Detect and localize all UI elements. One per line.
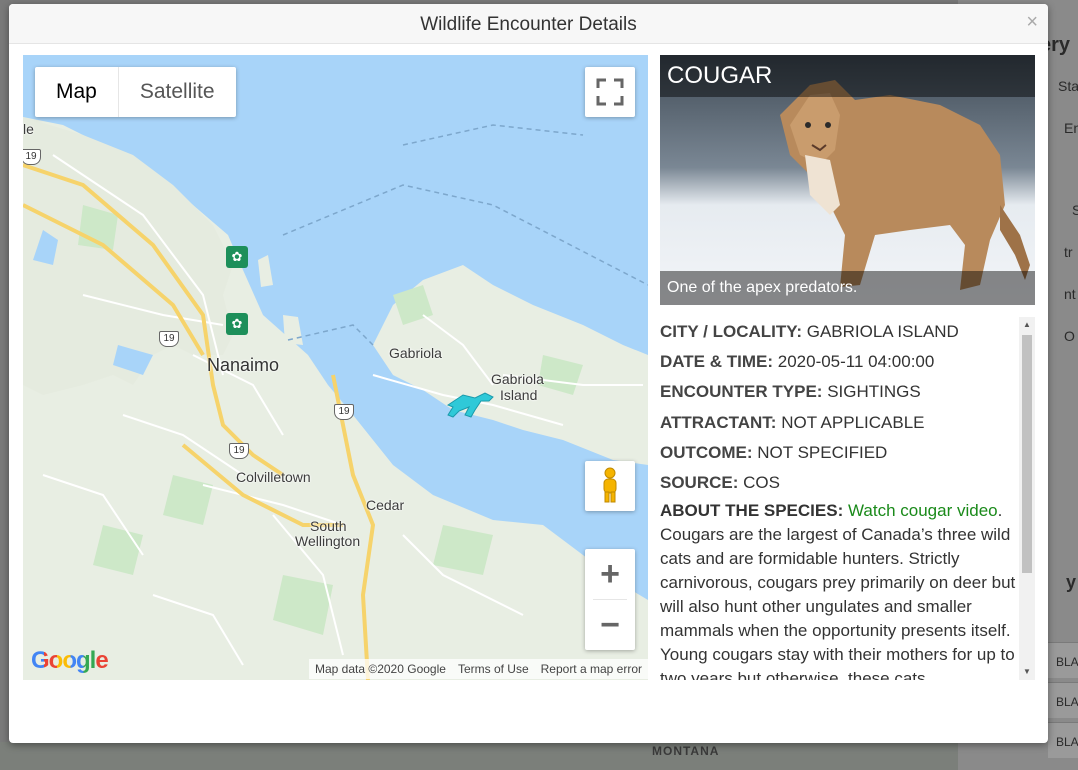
report-map-error-link[interactable]: Report a map error [535,662,648,676]
pegman-icon [603,467,617,503]
species-name: COUGAR [660,55,1035,97]
fullscreen-icon [596,78,624,106]
background-fragment: O [1064,328,1075,344]
modal-header: Wildlife Encounter Details × [9,4,1048,44]
map-data-label: Map data ©2020 Google [315,662,446,676]
map-type-satellite-button[interactable]: Satellite [119,67,236,117]
google-logo: Google [31,647,109,674]
minus-icon: − [600,605,620,644]
plus-icon: + [600,554,620,593]
background-fragment: Sta [1058,78,1078,94]
map-label-gabriola-island-2: Island [500,387,538,403]
background-table-row: BLA [1048,642,1078,678]
encounter-map[interactable]: Map Satellite + − le Nanaimo Gabriola Ga… [23,55,648,680]
map-label-nanaimo: Nanaimo [207,355,280,375]
details-scrollbar[interactable]: ▲ ▼ [1019,317,1035,680]
terms-of-use-link[interactable]: Terms of Use [452,662,535,676]
zoom-in-button[interactable]: + [585,549,635,599]
background-map-label: MONTANA [652,744,720,758]
watch-video-link[interactable]: Watch cougar video [848,501,998,520]
background-map [0,742,1000,770]
fullscreen-button[interactable] [585,67,635,117]
highway-shield: 19 [229,443,249,459]
encounter-details-modal: Wildlife Encounter Details × Map Satelli… [9,4,1048,743]
species-photo: COUGAR One of the apex predators. [660,55,1035,305]
map-label-cedar: Cedar [366,497,405,513]
background-table-row: BLA [1048,722,1078,758]
modal-title: Wildlife Encounter Details [420,14,637,35]
detail-outcome: OUTCOME: NOT SPECIFIED [660,442,888,462]
close-button[interactable]: × [1026,12,1038,32]
street-view-button[interactable] [585,461,635,511]
map-label-gabriola: Gabriola [389,345,442,361]
about-species: ABOUT THE SPECIES: Watch cougar video. C… [660,499,1018,680]
map-label-gabriola-island: Gabriola [491,371,544,387]
map-type-map-button[interactable]: Map [35,67,119,117]
map-label-colvilletown: Colvilletown [236,469,311,485]
detail-datetime: DATE & TIME: 2020-05-11 04:00:00 [660,352,935,372]
background-fragment: nt [1064,286,1076,302]
background-table-row: BLA [1048,682,1078,718]
highway-shield: 19 [23,149,41,165]
details-content: CITY / LOCALITY: GABRIOLA ISLAND DATE & … [660,317,1018,680]
background-fragment: S [1072,202,1078,218]
map-label-edge: le [23,121,34,137]
detail-city: CITY / LOCALITY: GABRIOLA ISLAND [660,322,959,341]
species-caption: One of the apex predators. [660,271,1035,305]
detail-attractant: ATTRACTANT: NOT APPLICABLE [660,412,925,432]
map-label-south-wellington-2: Wellington [295,533,361,549]
about-species-text: Cougars are the largest of Canada’s thre… [660,525,1016,680]
map-terrain [23,117,648,680]
detail-source: SOURCE: COS [660,473,780,493]
map-attribution: Map data ©2020 Google Terms of Use Repor… [309,659,648,679]
encounter-details-panel[interactable]: CITY / LOCALITY: GABRIOLA ISLAND DATE & … [660,317,1035,680]
background-fragment: tr [1064,244,1073,260]
highway-shield: 19 [334,404,354,420]
background-fragment: y [1066,572,1077,592]
map-label-south-wellington: South [310,518,347,534]
scrollbar-thumb[interactable] [1022,335,1032,573]
scroll-up-icon[interactable]: ▲ [1019,317,1035,333]
scroll-down-icon[interactable]: ▼ [1019,664,1035,680]
park-icon: ✿ [226,246,248,268]
zoom-control: + − [585,549,635,650]
zoom-out-button[interactable]: − [585,600,635,650]
background-fragment: En [1064,120,1078,136]
park-icon: ✿ [226,313,248,335]
detail-encounter-type: ENCOUNTER TYPE: SIGHTINGS [660,382,921,402]
highway-shield: 19 [159,331,179,347]
map-type-control: Map Satellite [35,67,236,117]
